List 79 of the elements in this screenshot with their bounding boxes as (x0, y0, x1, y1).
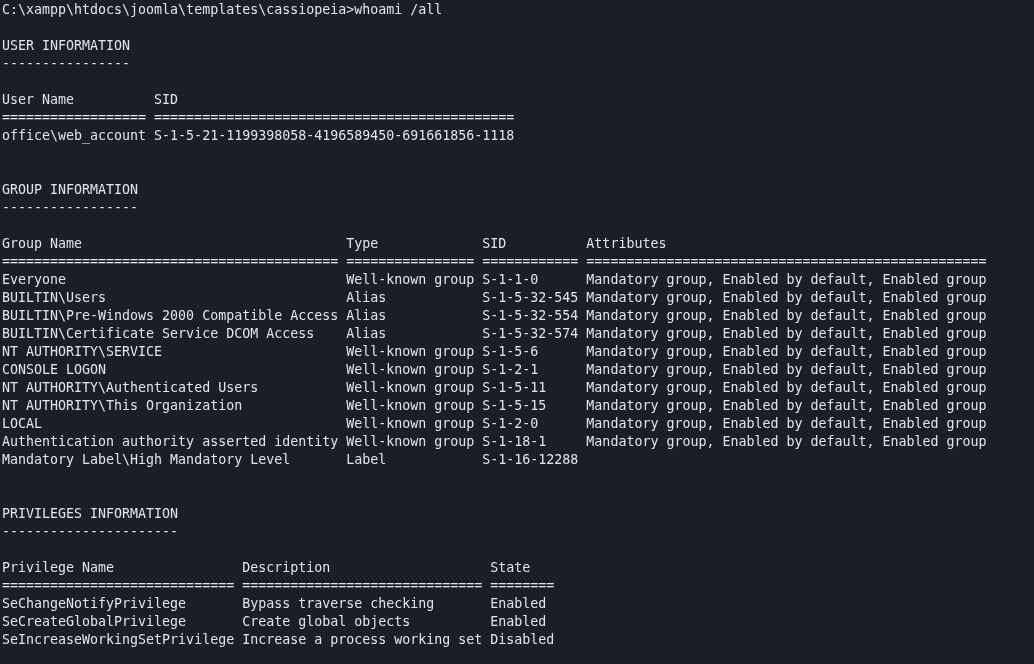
table-cell: S-1-5-21-1199398058-4196589450-691661856-1118 (154, 127, 515, 145)
column-header: SID (482, 235, 507, 253)
section-title: USER INFORMATION (2, 37, 131, 55)
table-cell: Mandatory group, Enabled by default, Enabled group (586, 325, 987, 343)
column-header: State (490, 559, 531, 577)
header-rule: ============================================= (154, 109, 515, 127)
command-line: C:\xampp\htdocs\joomla\templates\cassiopeia>whoami /all (2, 1, 443, 19)
table-cell: Alias (346, 307, 387, 325)
table-cell: Authentication authority asserted identity (2, 433, 339, 451)
table-cell: S-1-5-15 (482, 397, 547, 415)
table-cell: S-1-5-32-554 (482, 307, 579, 325)
table-cell: SeCreateGlobalPrivilege (2, 613, 187, 631)
table-cell: Mandatory group, Enabled by default, Enabled group (586, 379, 987, 397)
header-rule: ========================================== (2, 253, 339, 271)
column-header: Description (242, 559, 331, 577)
table-cell: Increase a process working set (242, 631, 483, 649)
header-rule: ============================= (2, 577, 235, 595)
table-cell: Enabled (490, 613, 547, 631)
table-cell: NT AUTHORITY\This Organization (2, 397, 243, 415)
table-cell: S-1-5-32-574 (482, 325, 579, 343)
table-cell: Alias (346, 289, 387, 307)
table-cell: S-1-5-6 (482, 343, 539, 361)
table-cell: Mandatory group, Enabled by default, Enabled group (586, 361, 987, 379)
table-cell: Bypass traverse checking (242, 595, 435, 613)
table-cell: Create global objects (242, 613, 411, 631)
table-cell: S-1-5-32-545 (482, 289, 579, 307)
table-cell: Well-known group (346, 397, 475, 415)
table-cell: S-1-16-12288 (482, 451, 579, 469)
table-cell: Mandatory group, Enabled by default, Enabled group (586, 433, 987, 451)
table-cell: Well-known group (346, 379, 475, 397)
header-rule: ============================== (242, 577, 483, 595)
table-cell: LOCAL (2, 415, 43, 433)
header-rule: ======== (490, 577, 555, 595)
table-cell: S-1-5-11 (482, 379, 547, 397)
header-rule: ================ (346, 253, 475, 271)
table-cell: BUILTIN\Pre-Windows 2000 Compatible Access (2, 307, 339, 325)
table-cell: Well-known group (346, 343, 475, 361)
table-cell: office\web_account (2, 127, 147, 145)
column-header: Attributes (586, 235, 667, 253)
table-cell: Well-known group (346, 433, 475, 451)
title-underline: ----------------- (2, 199, 139, 217)
table-cell: NT AUTHORITY\SERVICE (2, 343, 163, 361)
table-cell: Mandatory group, Enabled by default, Enabled group (586, 289, 987, 307)
table-cell: Well-known group (346, 271, 475, 289)
table-cell: Well-known group (346, 415, 475, 433)
column-header: User Name (2, 91, 75, 109)
table-cell: S-1-2-0 (482, 415, 539, 433)
table-cell: Mandatory group, Enabled by default, Enabled group (586, 415, 987, 433)
table-cell: S-1-18-1 (482, 433, 547, 451)
table-cell: Enabled (490, 595, 547, 613)
table-cell: Mandatory group, Enabled by default, Enabled group (586, 271, 987, 289)
table-cell: Mandatory Label\High Mandatory Level (2, 451, 291, 469)
table-cell: Mandatory group, Enabled by default, Enabled group (586, 397, 987, 415)
table-cell: Well-known group (346, 361, 475, 379)
table-cell: NT AUTHORITY\Authenticated Users (2, 379, 259, 397)
table-cell: CONSOLE LOGON (2, 361, 107, 379)
table-cell: S-1-1-0 (482, 271, 539, 289)
column-header: Privilege Name (2, 559, 115, 577)
table-cell: Label (346, 451, 387, 469)
column-header: Group Name (2, 235, 83, 253)
header-rule: ============ (482, 253, 579, 271)
section-title: GROUP INFORMATION (2, 181, 139, 199)
header-rule: ================================================== (586, 253, 987, 271)
table-cell: Mandatory group, Enabled by default, Enabled group (586, 307, 987, 325)
column-header: SID (154, 91, 179, 109)
table-cell: SeChangeNotifyPrivilege (2, 595, 187, 613)
table-cell: BUILTIN\Users (2, 289, 107, 307)
table-cell: Disabled (490, 631, 555, 649)
table-cell: Mandatory group, Enabled by default, Enabled group (586, 343, 987, 361)
table-cell: BUILTIN\Certificate Service DCOM Access (2, 325, 315, 343)
header-rule: ================== (2, 109, 147, 127)
table-cell: Everyone (2, 271, 67, 289)
title-underline: ---------------------- (2, 523, 179, 541)
table-cell: S-1-2-1 (482, 361, 539, 379)
title-underline: ---------------- (2, 55, 131, 73)
column-header: Type (346, 235, 379, 253)
section-title: PRIVILEGES INFORMATION (2, 505, 179, 523)
table-cell: SeIncreaseWorkingSetPrivilege (2, 631, 235, 649)
table-cell: Alias (346, 325, 387, 343)
